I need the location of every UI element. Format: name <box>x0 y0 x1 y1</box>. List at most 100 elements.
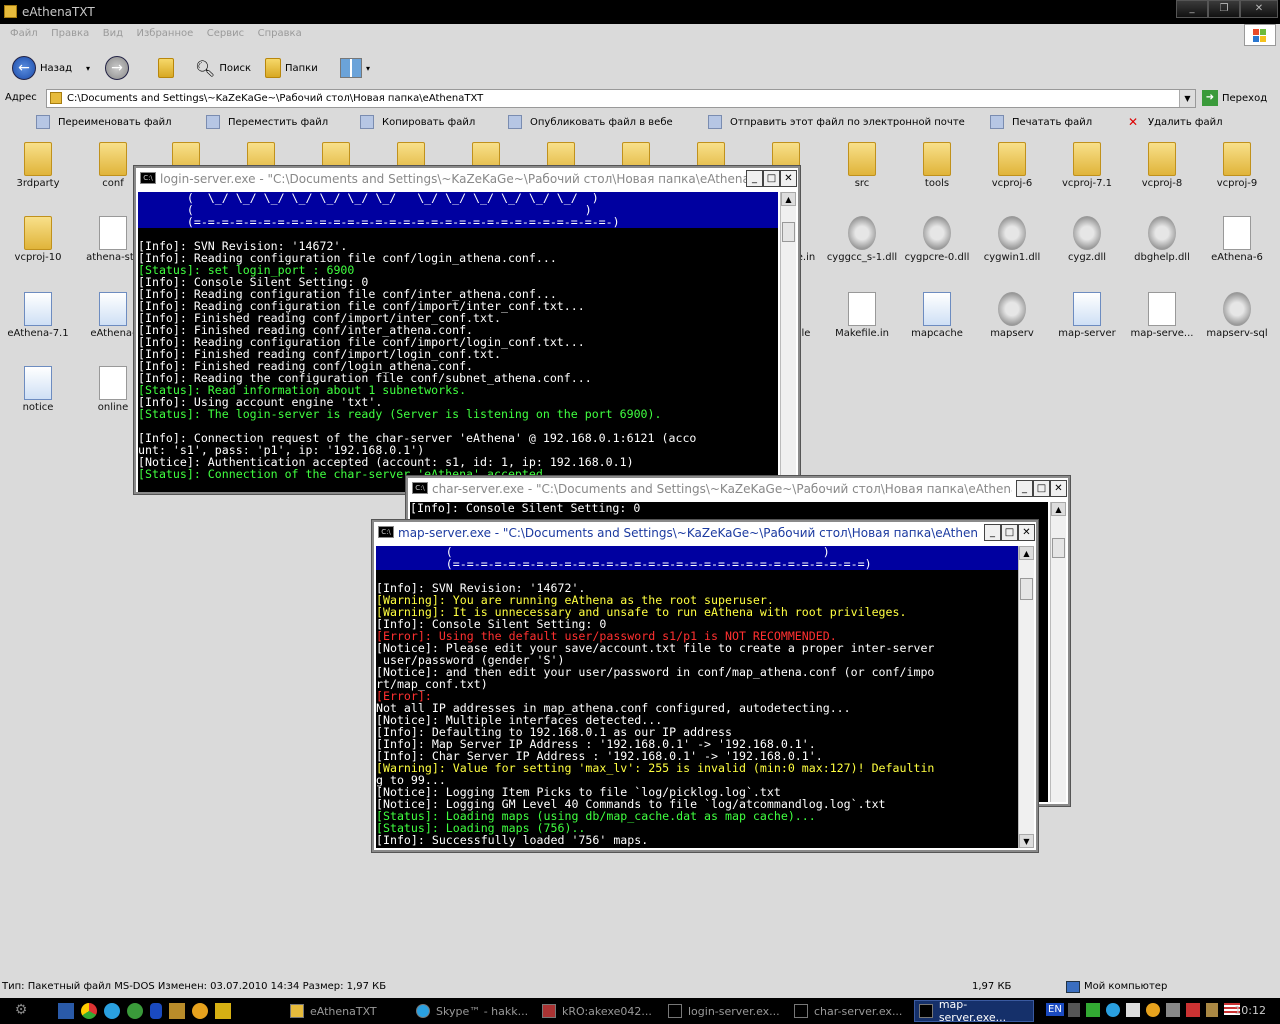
file-icon-item[interactable]: eAthena-7.1 <box>2 292 74 339</box>
back-button[interactable]: ← Назад ▾ <box>12 56 90 80</box>
login-server-window[interactable]: C:\ login-server.exe - "C:\Documents and… <box>134 166 800 494</box>
file-icon-item[interactable]: mapcache <box>901 292 973 339</box>
taskbar-item-kro[interactable]: kRO:akexe042... <box>538 1000 658 1022</box>
file-icon-item[interactable]: mapserv <box>976 292 1048 339</box>
quicklaunch-icon[interactable] <box>58 1003 74 1019</box>
file-icon-item[interactable]: vcproj-10 <box>2 216 74 263</box>
scroll-thumb[interactable] <box>1020 578 1033 600</box>
file-icon-item[interactable]: src <box>826 142 898 189</box>
start-button[interactable]: ⚙ <box>6 1002 36 1020</box>
scrollbar[interactable]: ▲ ▼ <box>1018 546 1034 848</box>
minimize-button[interactable]: _ <box>1016 480 1033 497</box>
go-button[interactable]: ➜ Переход <box>1202 90 1267 106</box>
console-output[interactable]: ( \_/ \_/ \_/ \_/ \_/ \_/ \_/ \_/ \_/ \_… <box>138 192 778 492</box>
search-button[interactable]: 🔍︎ Поиск <box>195 56 251 80</box>
scroll-thumb[interactable] <box>782 222 795 242</box>
maximize-button[interactable]: ❐ <box>1208 0 1240 18</box>
scroll-down-arrow-icon[interactable]: ▼ <box>1019 834 1034 848</box>
tray-icon[interactable] <box>1166 1003 1180 1017</box>
taskbar-item-explorer[interactable]: eAthenaTXT <box>286 1000 406 1022</box>
forward-button[interactable]: → <box>105 56 129 80</box>
file-icon-item[interactable]: map-server <box>1051 292 1123 339</box>
language-indicator[interactable]: EN <box>1046 1003 1064 1016</box>
file-icon-item[interactable]: eAthena-6 <box>1201 216 1273 263</box>
tray-icon[interactable] <box>1186 1003 1200 1017</box>
bluetooth-icon[interactable] <box>150 1003 162 1019</box>
close-button[interactable]: ✕ <box>1018 524 1035 541</box>
file-icon-item[interactable]: Makefile.in <box>826 292 898 339</box>
print-file-link[interactable]: Печатать файл <box>990 115 1092 129</box>
menu-help[interactable]: Справка <box>258 28 302 39</box>
scrollbar[interactable]: ▲ <box>780 192 796 492</box>
taskbar-item-char-server[interactable]: char-server.ex... <box>790 1000 910 1022</box>
chevron-down-icon[interactable]: ▼ <box>1179 90 1195 107</box>
chrome-icon[interactable] <box>81 1003 97 1019</box>
file-icon-item[interactable]: cygz.dll <box>1051 216 1123 263</box>
scrollbar[interactable]: ▲ <box>1050 502 1066 802</box>
char-server-titlebar[interactable]: C:\ char-server.exe - "C:\Documents and … <box>408 478 1068 500</box>
minimize-button[interactable]: _ <box>746 170 763 187</box>
close-button[interactable]: ✕ <box>1240 0 1278 18</box>
file-icon-item[interactable]: dbghelp.dll <box>1126 216 1198 263</box>
file-icon-item[interactable]: 3rdparty <box>2 142 74 189</box>
chevron-down-icon[interactable]: ▾ <box>86 64 90 73</box>
app-icon[interactable] <box>215 1003 231 1019</box>
menu-edit[interactable]: Правка <box>51 28 89 39</box>
tray-icon[interactable] <box>1106 1003 1120 1017</box>
utorrent-icon[interactable] <box>127 1003 143 1019</box>
up-folder-button[interactable] <box>158 56 174 80</box>
maximize-button[interactable]: □ <box>1001 524 1018 541</box>
file-icon-item[interactable]: vcproj-7.1 <box>1051 142 1123 189</box>
maximize-button[interactable]: □ <box>763 170 780 187</box>
file-icon-item[interactable]: vcproj-8 <box>1126 142 1198 189</box>
menu-view[interactable]: Вид <box>103 28 123 39</box>
views-button[interactable]: ▾ <box>340 56 370 80</box>
scroll-up-arrow-icon[interactable]: ▲ <box>1019 546 1034 560</box>
map-server-titlebar[interactable]: C:\ map-server.exe - "C:\Documents and S… <box>374 522 1036 544</box>
volume-icon[interactable] <box>1206 1003 1218 1017</box>
app-icon[interactable] <box>192 1003 208 1019</box>
minimize-button[interactable]: _ <box>1176 0 1208 18</box>
menu-favorites[interactable]: Избранное <box>136 28 193 39</box>
address-input[interactable]: C:\Documents and Settings\~KaZeKaGe~\Раб… <box>46 89 1196 108</box>
close-button[interactable]: ✕ <box>780 170 797 187</box>
file-icon-item[interactable]: cyggcc_s-1.dll <box>826 216 898 263</box>
file-icon-item[interactable]: mapserv-sql <box>1201 292 1273 339</box>
delete-file-link[interactable]: ✕ Удалить файл <box>1126 115 1223 129</box>
publish-file-link[interactable]: Опубликовать файл в вебе <box>508 115 673 129</box>
maximize-button[interactable]: □ <box>1033 480 1050 497</box>
explorer-titlebar[interactable]: eAthenaTXT _ ❐ ✕ <box>0 0 1280 24</box>
file-label: map-server <box>1058 328 1116 339</box>
file-icon-item[interactable]: tools <box>901 142 973 189</box>
login-server-titlebar[interactable]: C:\ login-server.exe - "C:\Documents and… <box>136 168 798 190</box>
copy-file-link[interactable]: Копировать файл <box>360 115 475 129</box>
email-file-link[interactable]: Отправить этот файл по электронной почте <box>708 115 965 129</box>
scroll-up-arrow-icon[interactable]: ▲ <box>781 192 796 206</box>
file-icon-item[interactable]: notice <box>2 366 74 413</box>
minimize-button[interactable]: _ <box>984 524 1001 541</box>
move-file-link[interactable]: Переместить файл <box>206 115 328 129</box>
file-icon-item[interactable]: cygpcre-0.dll <box>901 216 973 263</box>
tray-icon[interactable] <box>1146 1003 1160 1017</box>
file-icon-item[interactable]: vcproj-6 <box>976 142 1048 189</box>
taskbar-item-map-server[interactable]: map-server.exe... <box>914 998 1034 1024</box>
scroll-up-arrow-icon[interactable]: ▲ <box>1051 502 1066 516</box>
rename-file-link[interactable]: Переименовать файл <box>36 115 172 129</box>
map-server-window[interactable]: C:\ map-server.exe - "C:\Documents and S… <box>372 520 1038 852</box>
skype-icon[interactable] <box>104 1003 120 1019</box>
taskbar-item-login-server[interactable]: login-server.ex... <box>664 1000 784 1022</box>
tray-icon[interactable] <box>1086 1003 1100 1017</box>
folders-button[interactable]: Папки <box>265 56 318 80</box>
app-icon[interactable] <box>169 1003 185 1019</box>
file-icon-item[interactable]: vcproj-9 <box>1201 142 1273 189</box>
tray-icon[interactable] <box>1068 1003 1080 1017</box>
menu-file[interactable]: Файл <box>10 28 38 39</box>
tray-icon[interactable] <box>1126 1003 1140 1017</box>
scroll-thumb[interactable] <box>1052 538 1065 558</box>
taskbar-item-skype[interactable]: Skype™ - hakk... <box>412 1000 532 1022</box>
console-output[interactable]: ( ) (=-=-=-=-=-=-=-=-=-=-=-=-=-=-=-=-=-=… <box>376 546 1018 848</box>
file-icon-item[interactable]: map-serve... <box>1126 292 1198 339</box>
file-icon-item[interactable]: cygwin1.dll <box>976 216 1048 263</box>
close-button[interactable]: ✕ <box>1050 480 1067 497</box>
menu-tools[interactable]: Сервис <box>207 28 244 39</box>
